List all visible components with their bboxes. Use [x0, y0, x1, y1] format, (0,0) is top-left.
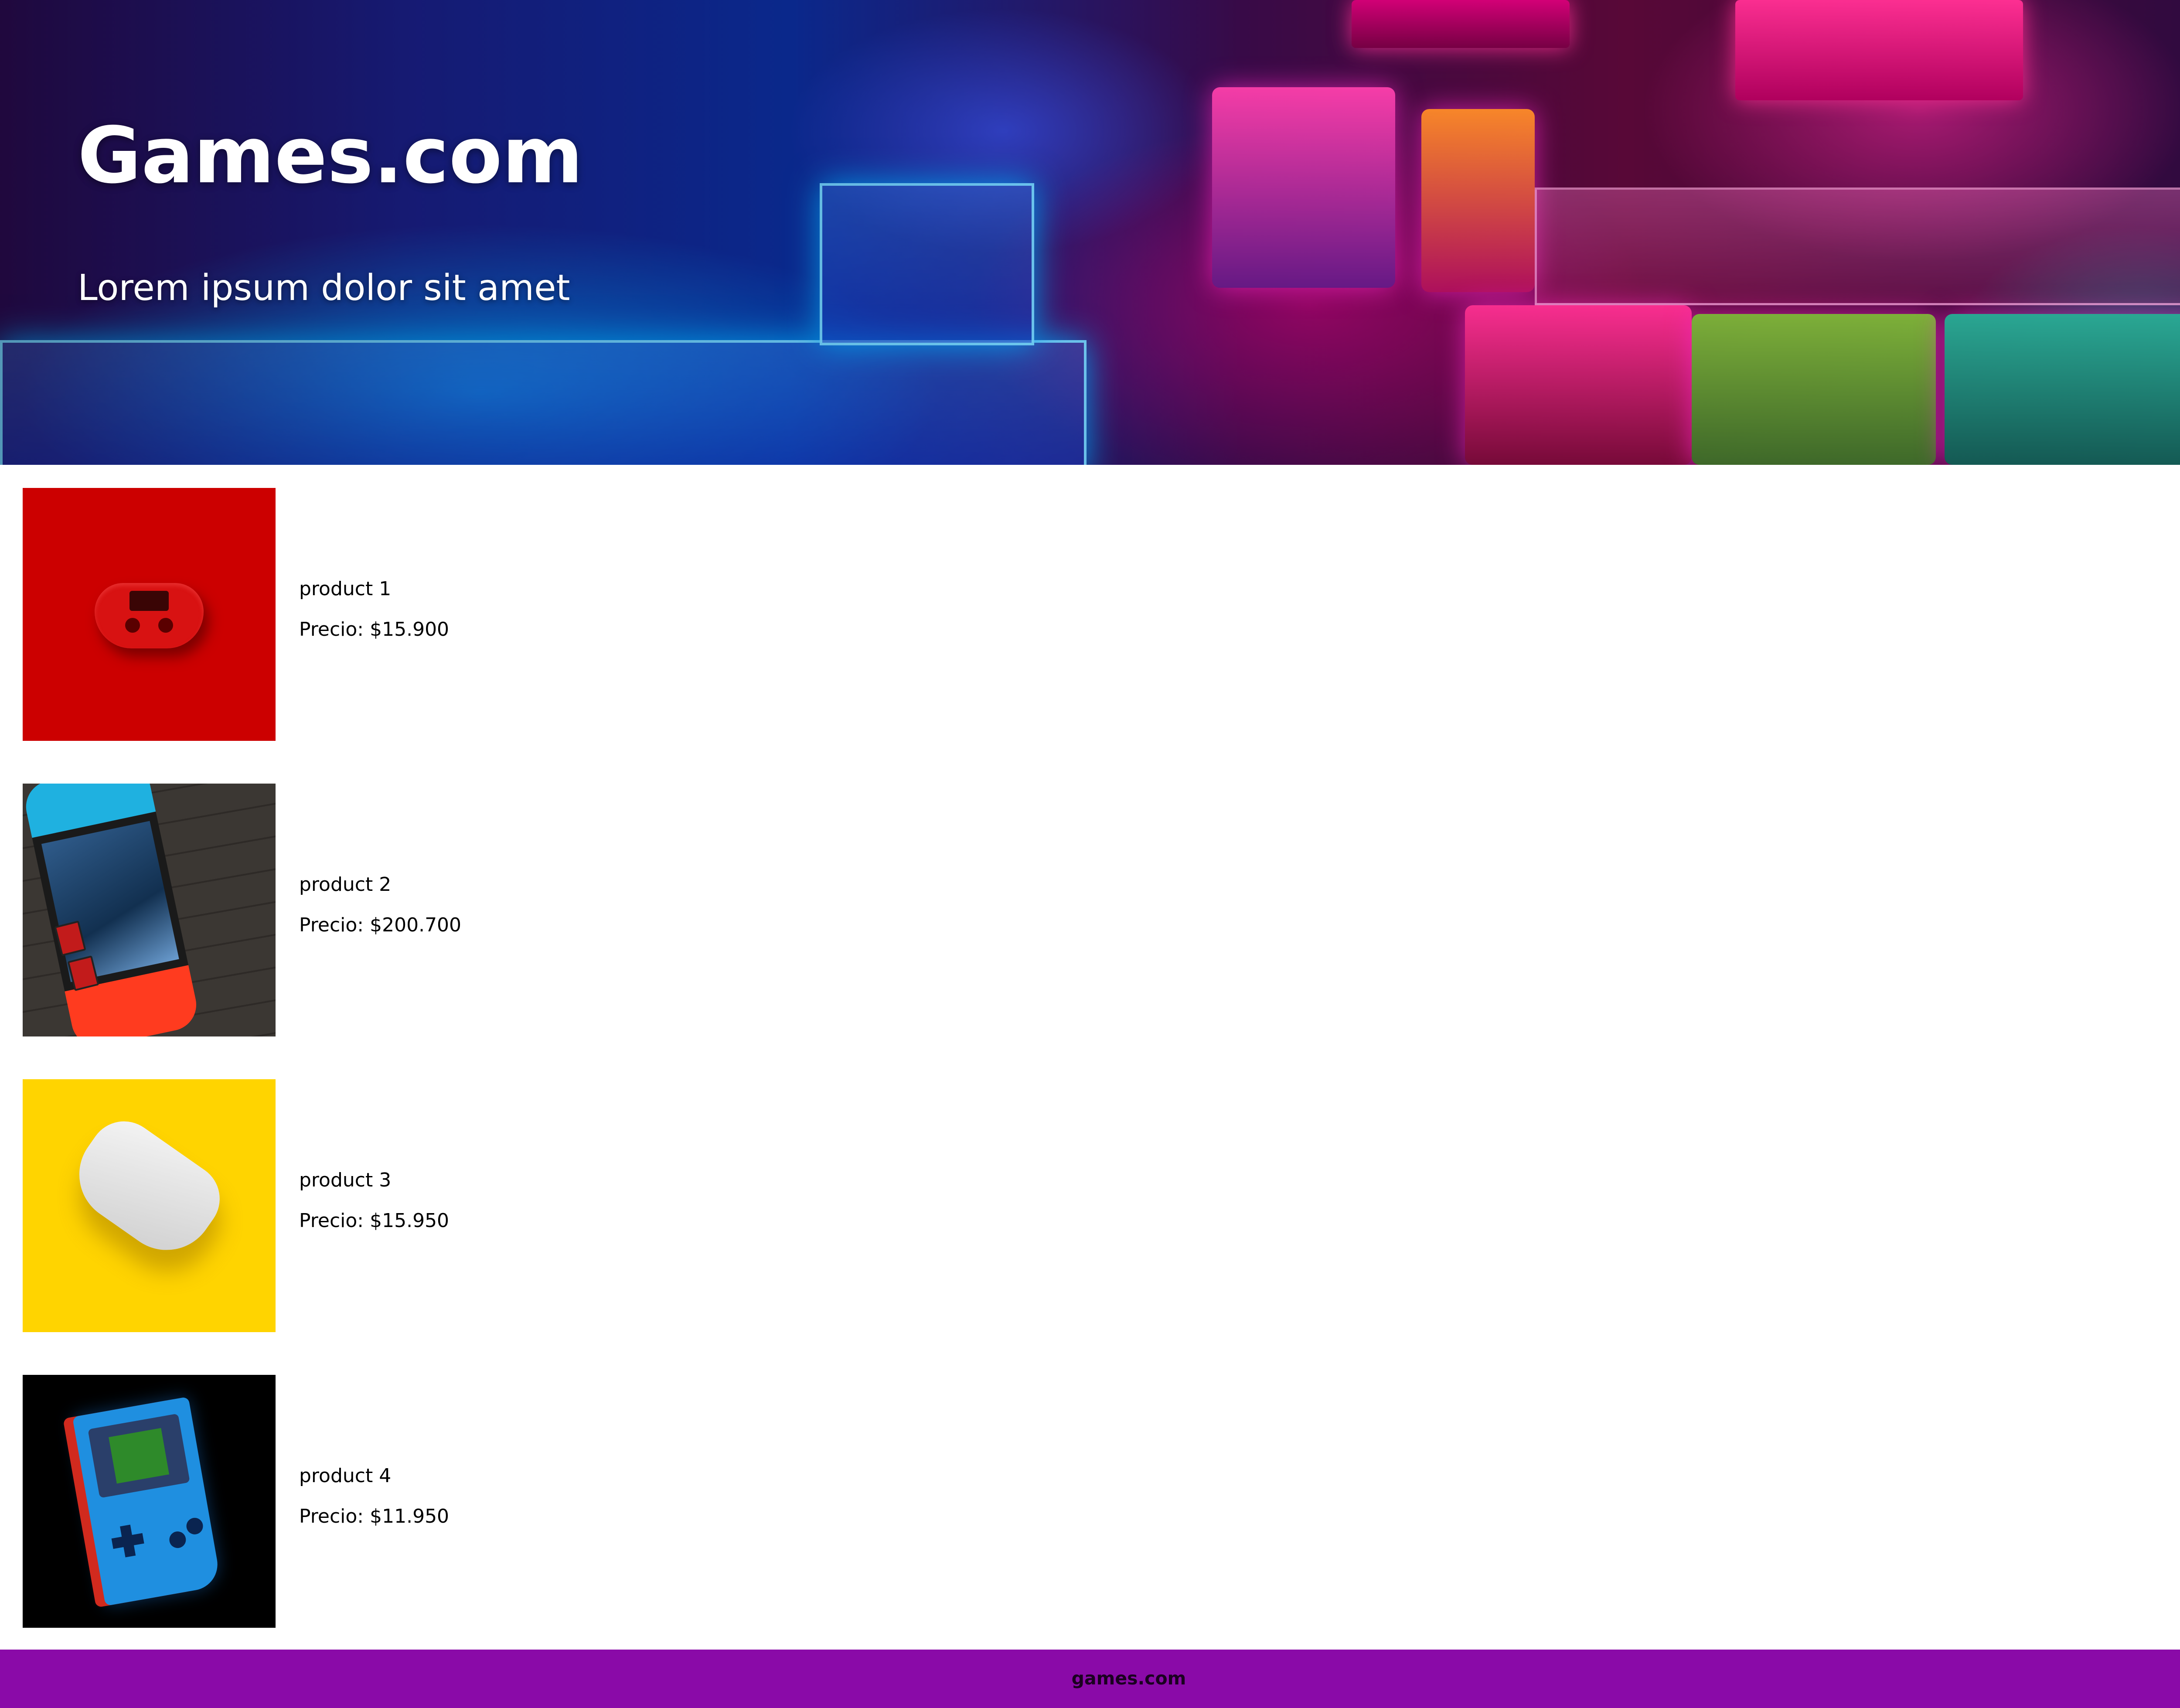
site-title: Games.com — [78, 110, 583, 201]
product-info: product 2 Precio: $200.700 — [299, 875, 461, 935]
product-info: product 4 Precio: $11.950 — [299, 1466, 449, 1526]
hero-overlay — [0, 0, 2180, 465]
product-name: product 1 — [299, 578, 392, 600]
white-gamepad-thumbnail[interactable] — [23, 1079, 276, 1332]
gamepad-icon — [60, 1108, 234, 1269]
footer-text: games.com — [1071, 1668, 1186, 1689]
product-price: Precio: $11.950 — [299, 1505, 450, 1527]
gamepad-icon — [95, 583, 204, 648]
product-card[interactable]: product 2 Precio: $200.700 — [23, 784, 895, 1036]
product-price: Precio: $200.700 — [299, 914, 462, 936]
product-name: product 3 — [299, 1169, 392, 1191]
product-price: Precio: $15.950 — [299, 1210, 450, 1232]
product-card[interactable]: product 3 Precio: $15.950 — [23, 1079, 895, 1332]
product-name: product 2 — [299, 873, 392, 896]
product-card[interactable]: product 1 Precio: $15.900 — [23, 488, 895, 741]
product-price: Precio: $15.900 — [299, 618, 450, 641]
product-info: product 3 Precio: $15.950 — [299, 1171, 449, 1231]
product-name: product 4 — [299, 1465, 392, 1487]
red-gamepad-thumbnail[interactable] — [23, 488, 276, 741]
product-info: product 1 Precio: $15.900 — [299, 580, 449, 639]
product-card[interactable]: product 4 Precio: $11.950 — [23, 1375, 895, 1628]
hero-banner: Games.com Lorem ipsum dolor sit amet — [0, 0, 2180, 465]
site-subtitle: Lorem ipsum dolor sit amet — [78, 267, 570, 309]
handheld-console-icon — [23, 784, 201, 1036]
site-footer: games.com — [0, 1650, 2180, 1708]
gameboy-icon — [72, 1396, 222, 1606]
blue-gameboy-thumbnail[interactable] — [23, 1375, 276, 1628]
handheld-console-thumbnail[interactable] — [23, 784, 276, 1036]
